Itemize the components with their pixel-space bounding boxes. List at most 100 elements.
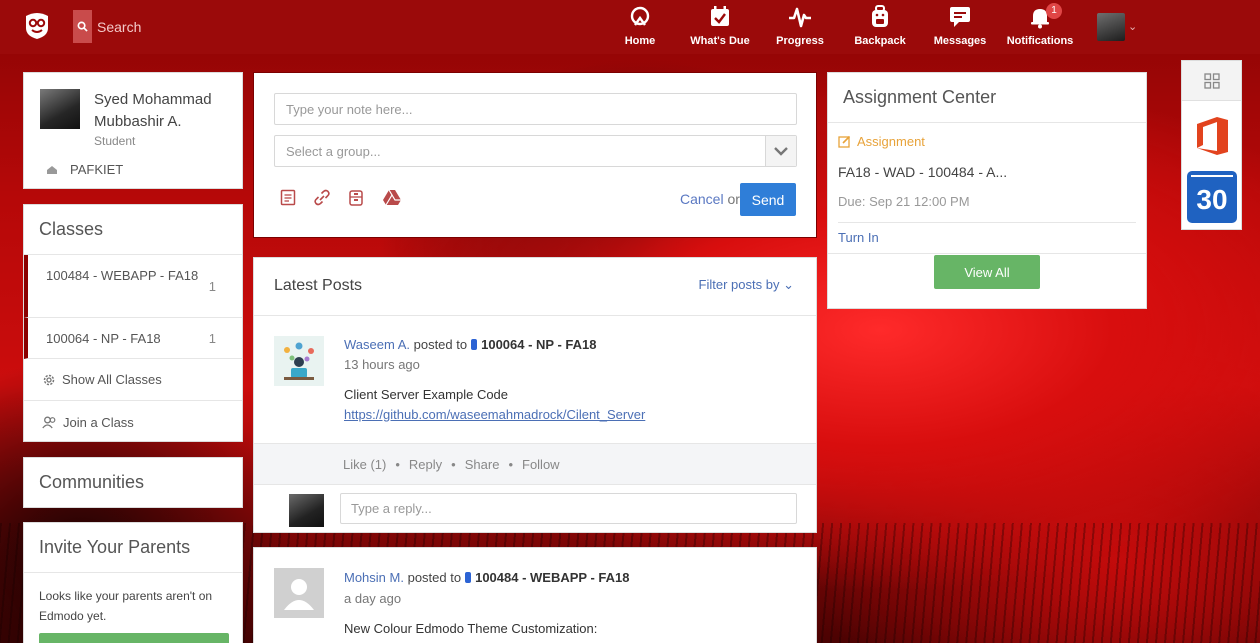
show-all-classes-link[interactable]: Show All Classes [24, 359, 242, 401]
class-item-label: 100484 - WEBAPP - FA18 [46, 268, 199, 283]
nav-home[interactable]: Home [600, 5, 680, 51]
post-meta: Mohsin M. posted to 100484 - WEBAPP - FA1… [344, 570, 629, 585]
view-all-button[interactable]: View All [934, 255, 1040, 289]
divider [838, 222, 1136, 223]
assignment-due: Due: Sep 21 12:00 PM [838, 194, 970, 209]
post-card: Mohsin M. posted to 100484 - WEBAPP - FA1… [253, 547, 817, 643]
backpack-icon [872, 5, 888, 27]
apps-grid-icon[interactable] [1182, 61, 1241, 101]
post-actions: Like (1) • Reply • Share • Follow [254, 443, 816, 485]
invite-parents-card: Invite Your Parents Looks like your pare… [23, 522, 243, 643]
nav-progress-label: Progress [776, 35, 824, 47]
post-group-link[interactable]: 100064 - NP - FA18 [481, 337, 596, 352]
profile-card: Syed Mohammad Mubbashir A. Student PAFKI… [23, 72, 243, 189]
edmodo-logo-icon[interactable] [22, 10, 52, 40]
calendar-icon[interactable]: 30 [1187, 171, 1237, 223]
pulse-icon [789, 7, 811, 28]
post-time: a day ago [344, 591, 402, 606]
search-bar[interactable]: Search [73, 10, 141, 43]
invite-parents-button[interactable] [39, 633, 229, 643]
nav-notifications[interactable]: 1 Notifications [1000, 3, 1080, 51]
gear-icon [43, 374, 55, 385]
join-class-label: Join a Class [63, 414, 134, 430]
users-icon [42, 416, 56, 428]
reply-input[interactable]: Type a reply... [340, 493, 797, 524]
assignment-center-card: Assignment Center Assignment FA18 - WAD … [827, 72, 1147, 309]
message-icon [950, 7, 970, 27]
cancel-link[interactable]: Cancel [680, 191, 724, 207]
filter-posts-label: Filter posts by [698, 277, 780, 292]
communities-card[interactable]: Communities [23, 457, 243, 508]
search-icon[interactable] [73, 10, 92, 43]
profile-role: Student [94, 134, 136, 148]
share-button[interactable]: Share [465, 457, 500, 472]
filter-posts-dropdown[interactable]: Filter posts by ⌄ [699, 277, 794, 293]
post-author-link[interactable]: Waseem A. [344, 337, 410, 352]
post-author-link[interactable]: Mohsin M. [344, 570, 404, 585]
communities-title: Communities [39, 472, 145, 492]
nav-messages[interactable]: Messages [920, 5, 1000, 51]
group-select[interactable]: Select a group... [274, 135, 797, 167]
classes-card: Classes 100484 - WEBAPP - FA18 1 100064 … [23, 204, 243, 442]
nav-home-label: Home [624, 35, 656, 47]
class-item-count: 1 [208, 331, 216, 346]
profile-photo[interactable] [40, 89, 80, 129]
class-item[interactable]: 100484 - WEBAPP - FA18 1 [24, 255, 242, 318]
assignment-type: Assignment [838, 134, 925, 149]
office-icon[interactable] [1194, 115, 1231, 157]
chevron-down-icon: ⌄ [783, 277, 794, 292]
posted-to-text: posted to [407, 570, 462, 585]
post-author-avatar[interactable] [274, 336, 324, 386]
reply-button[interactable]: Reply [409, 457, 442, 472]
turn-in-link[interactable]: Turn In [838, 230, 879, 245]
note-input[interactable]: Type your note here... [274, 93, 797, 125]
nav-progress[interactable]: Progress [760, 5, 840, 51]
notification-count-badge: 1 [1046, 3, 1062, 19]
google-drive-icon[interactable] [382, 189, 416, 206]
nav-whats-due[interactable]: What's Due [680, 5, 760, 51]
assignment-center-title: Assignment Center [828, 73, 1146, 123]
profile-school-label: PAFKIET [70, 162, 124, 177]
main-nav: Home What's Due Progress Backpack Messag… [600, 3, 1080, 51]
post-link[interactable]: https://github.com/waseemahmadrock/Cilen… [344, 407, 645, 422]
class-item-count: 1 [208, 279, 216, 294]
divider [828, 253, 1146, 254]
posted-to-text: posted to [413, 337, 468, 352]
reply-avatar [289, 494, 324, 527]
file-icon[interactable] [280, 189, 314, 206]
post-meta: Waseem A. posted to 100064 - NP - FA18 [344, 337, 597, 352]
post-composer: Type your note here... Select a group...… [253, 72, 817, 238]
profile-name[interactable]: Syed Mohammad Mubbashir A. [94, 89, 234, 133]
cancel-group: Cancel or [680, 191, 740, 207]
search-label[interactable]: Search [97, 19, 141, 35]
class-item-label: 100064 - NP - FA18 [46, 331, 161, 346]
follow-button[interactable]: Follow [522, 457, 560, 472]
profile-school[interactable]: PAFKIET [46, 162, 123, 177]
nav-messages-label: Messages [933, 35, 987, 47]
send-button[interactable]: Send [740, 183, 796, 216]
like-button[interactable]: Like (1) [343, 457, 386, 472]
classes-title: Classes [24, 205, 242, 255]
chevron-down-icon[interactable] [765, 136, 796, 166]
post-text: New Colour Edmodo Theme Customization: [344, 621, 598, 636]
school-icon [47, 165, 57, 174]
group-select-placeholder: Select a group... [286, 144, 381, 159]
group-color-icon [471, 339, 478, 350]
user-avatar[interactable] [1097, 13, 1125, 41]
link-icon[interactable] [314, 189, 348, 206]
posts-title: Latest Posts [274, 277, 363, 294]
default-avatar-icon[interactable] [274, 568, 324, 618]
nav-backpack-label: Backpack [854, 35, 906, 47]
top-navigation-bar: Search Home What's Due Progress Backpack… [0, 0, 1260, 54]
assignment-title[interactable]: FA18 - WAD - 100484 - A... [838, 164, 1007, 180]
post-group-link[interactable]: 100484 - WEBAPP - FA18 [475, 570, 629, 585]
composer-tools [280, 189, 416, 206]
nav-backpack[interactable]: Backpack [840, 5, 920, 51]
calendar-check-icon [711, 6, 729, 26]
class-item[interactable]: 100064 - NP - FA18 1 [24, 318, 242, 359]
chevron-down-icon[interactable]: ⌄ [1128, 20, 1137, 33]
join-class-link[interactable]: Join a Class [24, 401, 242, 443]
post-time: 13 hours ago [344, 357, 420, 372]
nav-whats-due-label: What's Due [690, 35, 750, 47]
library-icon[interactable] [348, 189, 382, 206]
